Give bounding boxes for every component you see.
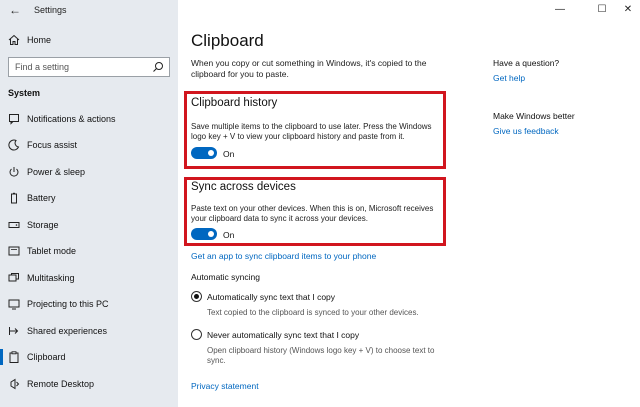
radio-never-sync-description: Open clipboard history (Windows logo key…: [207, 346, 435, 365]
sync-heading: Sync across devices: [191, 181, 296, 193]
sidebar-item-notifications[interactable]: Notifications & actions: [0, 108, 178, 130]
clipboard-history-heading: Clipboard history: [191, 97, 278, 109]
moon-icon: [8, 139, 20, 151]
clipboard-history-description: Save multiple items to the clipboard to …: [191, 122, 432, 141]
home-icon: [8, 34, 20, 45]
radio-selected-dot: [194, 294, 199, 299]
sidebar-item-label: Focus assist: [27, 140, 78, 150]
shared-experiences-icon: [9, 327, 19, 335]
sidebar-item-battery[interactable]: Battery: [0, 187, 178, 209]
question-heading: Have a question?: [493, 58, 560, 68]
sidebar-item-label: Multitasking: [27, 273, 75, 283]
sidebar-item-label: Power & sleep: [27, 167, 86, 177]
maximize-icon[interactable]: ☐: [596, 4, 608, 16]
toggle-knob: [208, 150, 214, 156]
sidebar-item-label: Notifications & actions: [27, 114, 116, 124]
home-nav-item[interactable]: Home: [0, 31, 178, 51]
sidebar-item-power-sleep[interactable]: Power & sleep: [0, 161, 178, 183]
search-box[interactable]: [8, 57, 170, 77]
sidebar-item-label: Remote Desktop: [27, 379, 95, 389]
privacy-statement-link[interactable]: Privacy statement: [191, 381, 259, 391]
sidebar-item-projecting[interactable]: Projecting to this PC: [0, 293, 178, 315]
sync-toggle[interactable]: [191, 228, 217, 240]
sidebar-item-label: Storage: [27, 220, 59, 230]
toggle-knob: [208, 231, 214, 237]
radio-auto-sync[interactable]: [191, 291, 202, 302]
get-help-link[interactable]: Get help: [493, 73, 525, 83]
active-indicator: [0, 349, 3, 365]
battery-icon: [11, 192, 17, 204]
give-feedback-link[interactable]: Give us feedback: [493, 126, 559, 136]
minimize-icon[interactable]: —: [554, 4, 566, 16]
radio-auto-sync-label[interactable]: Automatically sync text that I copy: [207, 292, 335, 302]
search-input[interactable]: [9, 58, 149, 76]
sync-toggle-label: On: [223, 230, 235, 240]
radio-never-sync[interactable]: [191, 329, 202, 340]
title-bar-right: — ☐ ✕: [178, 0, 640, 22]
projecting-icon: [8, 299, 20, 310]
sync-description: Paste text on your other devices. When t…: [191, 204, 434, 223]
sidebar-item-multitasking[interactable]: Multitasking: [0, 267, 178, 289]
clipboard-icon: [9, 351, 19, 363]
sidebar-item-label: Battery: [27, 193, 56, 203]
sidebar: ← Settings Home System Notifications & a…: [0, 0, 178, 407]
sidebar-item-label: Projecting to this PC: [27, 299, 109, 309]
home-label: Home: [27, 35, 52, 45]
sidebar-item-remote-desktop[interactable]: Remote Desktop: [0, 373, 178, 395]
notifications-icon: [9, 114, 19, 125]
clipboard-history-toggle[interactable]: [191, 147, 217, 159]
sidebar-item-label: Tablet mode: [27, 246, 77, 256]
section-label-system: System: [8, 88, 41, 98]
intro-text: When you copy or cut something in Window…: [191, 58, 427, 79]
radio-auto-sync-description: Text copied to the clipboard is synced t…: [207, 308, 419, 317]
sidebar-item-label: Clipboard: [27, 352, 66, 362]
sidebar-item-tablet-mode[interactable]: Tablet mode: [0, 240, 178, 262]
close-icon[interactable]: ✕: [622, 4, 634, 16]
sidebar-item-clipboard[interactable]: Clipboard: [0, 346, 178, 368]
back-arrow-icon[interactable]: ←: [8, 3, 22, 17]
window-title: Settings: [34, 5, 67, 15]
page-title: Clipboard: [191, 31, 264, 50]
clipboard-history-toggle-label: On: [223, 149, 235, 159]
sidebar-item-label: Shared experiences: [27, 326, 108, 336]
sidebar-item-focus-assist[interactable]: Focus assist: [0, 134, 178, 156]
storage-icon: [8, 222, 20, 228]
radio-never-sync-label[interactable]: Never automatically sync text that I cop…: [207, 330, 359, 340]
search-icon[interactable]: [152, 61, 164, 73]
sidebar-item-shared-experiences[interactable]: Shared experiences: [0, 320, 178, 342]
title-bar-left: ← Settings: [0, 0, 178, 22]
sidebar-item-storage[interactable]: Storage: [0, 214, 178, 236]
tablet-icon: [8, 246, 20, 256]
get-app-link[interactable]: Get an app to sync clipboard items to yo…: [191, 251, 376, 261]
remote-desktop-icon: [10, 378, 20, 390]
power-icon: [9, 167, 19, 177]
multitasking-icon: [8, 273, 19, 282]
automatic-syncing-heading: Automatic syncing: [191, 272, 260, 282]
make-windows-better-heading: Make Windows better: [493, 111, 575, 121]
